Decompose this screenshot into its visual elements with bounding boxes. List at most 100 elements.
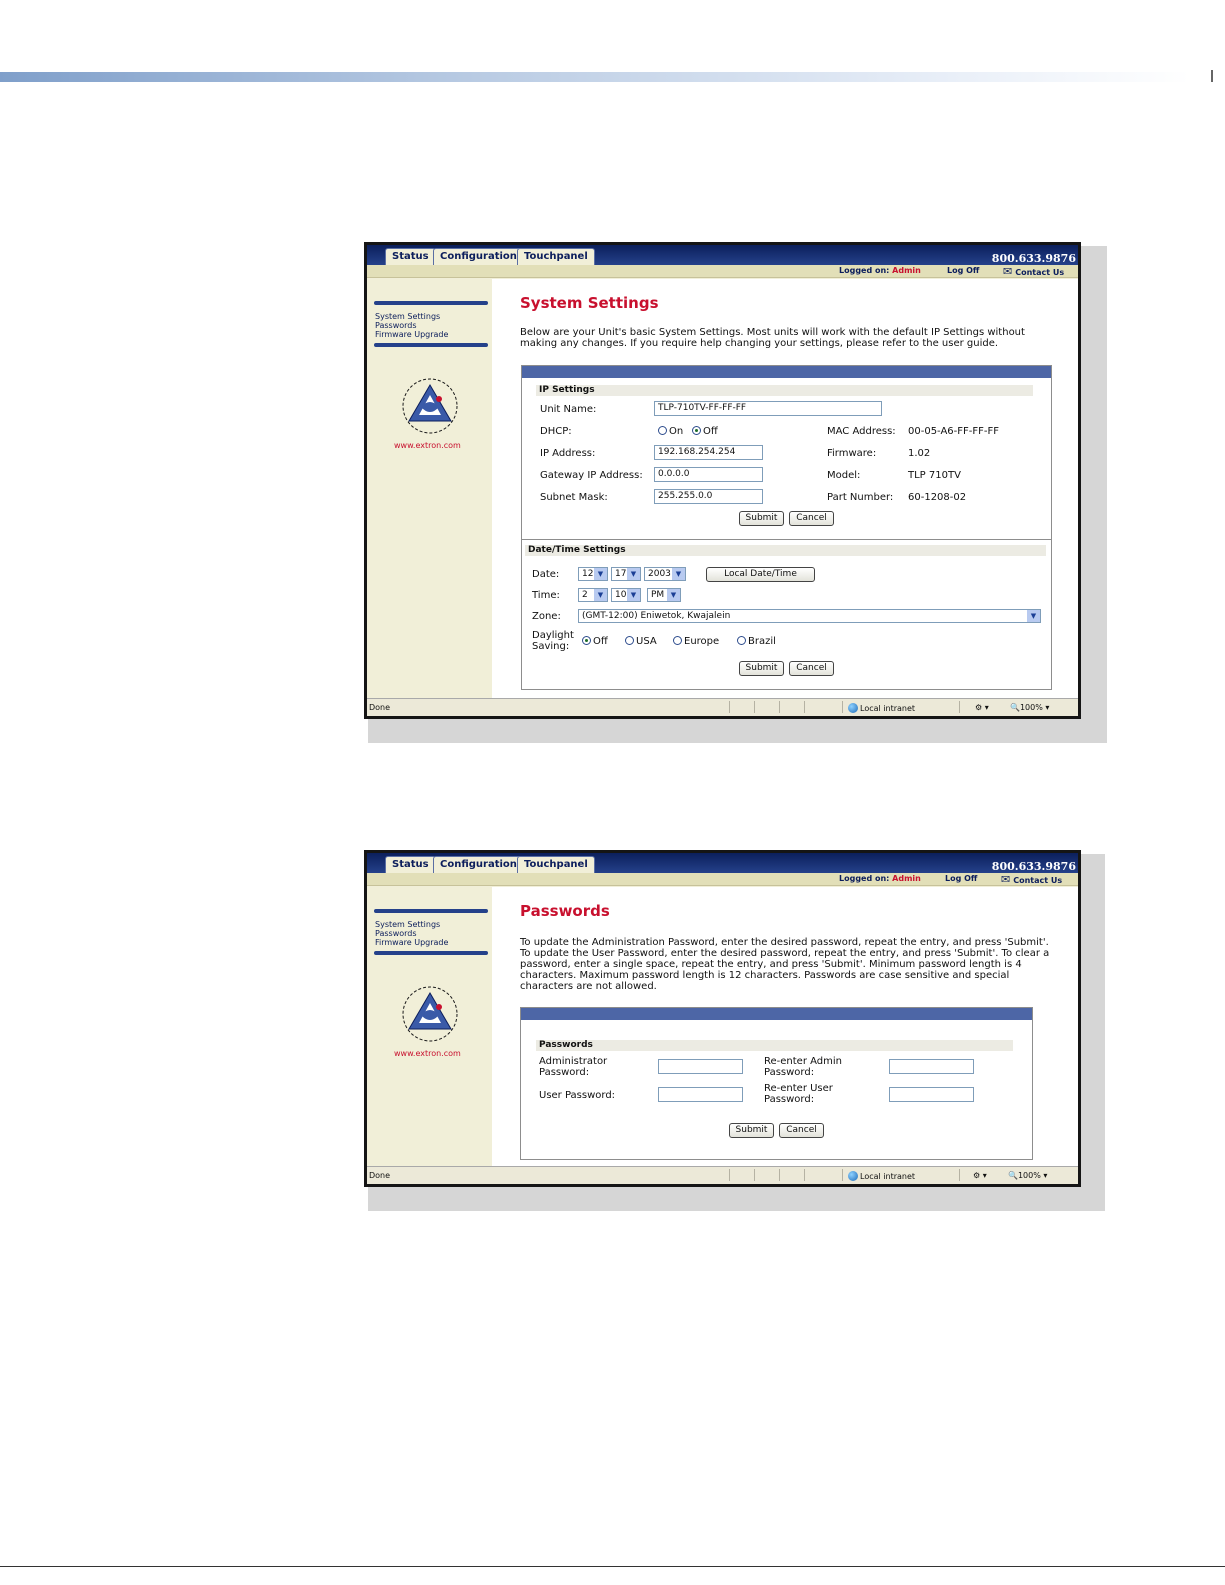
status-separator [729, 1169, 730, 1181]
extron-logo-icon [402, 378, 458, 434]
admin-password-label: Administrator Password: [539, 1056, 607, 1078]
passwords-cancel-button[interactable]: Cancel [779, 1123, 824, 1138]
panel-header-bar [521, 1008, 1032, 1020]
datetime-submit-button[interactable]: Submit [739, 661, 784, 676]
sidebar-item-firmware-upgrade[interactable]: Firmware Upgrade [375, 330, 448, 339]
reenter-user-label: Re-enter User Password: [764, 1083, 833, 1105]
intro-text: To update the Administration Password, e… [520, 937, 1050, 992]
protected-mode[interactable]: ⚙ ▾ [973, 1171, 987, 1180]
browser-status-bar: Done Local intranet ⚙ ▾ 🔍100% ▾ [367, 698, 1078, 716]
sidebar-item-system-settings[interactable]: System Settings [375, 312, 440, 321]
mac-address-value: 00-05-A6-FF-FF-FF [908, 426, 999, 437]
zone-select[interactable]: (GMT-12:00) Eniwetok, Kwajalein ▼ [578, 609, 1041, 623]
dhcp-off-radio[interactable] [692, 426, 701, 435]
gateway-input[interactable]: 0.0.0.0 [654, 467, 763, 482]
tab-configuration[interactable]: Configuration [433, 248, 524, 265]
user-password-input[interactable] [658, 1087, 743, 1102]
time-ampm-select[interactable]: PM ▼ [647, 588, 681, 602]
ip-address-input[interactable]: 192.168.254.254 [654, 445, 763, 460]
ip-address-label: IP Address: [540, 448, 596, 459]
dst-usa-option[interactable]: USA [625, 636, 657, 647]
dst-label: Daylight Saving: [532, 630, 574, 652]
dst-brazil-radio[interactable] [737, 636, 746, 645]
envelope-icon: ✉ [1003, 265, 1013, 278]
date-month-select[interactable]: 12 ▼ [578, 567, 608, 581]
subnet-mask-input[interactable]: 255.255.0.0 [654, 489, 763, 504]
dst-brazil-option[interactable]: Brazil [737, 636, 776, 647]
dst-label-line-2: Saving: [532, 641, 570, 652]
admin-password-input[interactable] [658, 1059, 743, 1074]
reenter-user-input[interactable] [889, 1087, 974, 1102]
reenter-admin-input[interactable] [889, 1059, 974, 1074]
page-header-tick [1211, 70, 1213, 82]
user-bar: Logged on: Admin Log Off ✉ Contact Us [367, 873, 1078, 886]
ip-cancel-button[interactable]: Cancel [789, 511, 834, 526]
sidebar-item-system-settings[interactable]: System Settings [375, 920, 440, 929]
log-off-link[interactable]: Log Off [947, 266, 979, 275]
sidebar-item-passwords[interactable]: Passwords [375, 321, 417, 330]
date-month-value: 12 [582, 569, 594, 579]
zone-label: Zone: [532, 611, 561, 622]
time-hour-select[interactable]: 2 ▼ [578, 588, 608, 602]
firmware-label: Firmware: [827, 448, 877, 459]
dst-europe-option[interactable]: Europe [673, 636, 719, 647]
contact-us-label: Contact Us [1015, 268, 1065, 277]
tab-touchpanel[interactable]: Touchpanel [517, 856, 595, 873]
dhcp-label: DHCP: [540, 426, 572, 437]
dst-usa-radio[interactable] [625, 636, 634, 645]
status-separator [729, 701, 730, 713]
dst-europe-radio[interactable] [673, 636, 682, 645]
dhcp-off-option[interactable]: Off [692, 426, 718, 437]
part-number-label: Part Number: [827, 492, 894, 503]
logged-on: Logged on: Admin [839, 266, 921, 275]
date-year-select[interactable]: 2003 ▼ [644, 567, 686, 581]
local-datetime-button[interactable]: Local Date/Time [706, 567, 815, 582]
ip-submit-button[interactable]: Submit [739, 511, 784, 526]
model-label: Model: [827, 470, 861, 481]
site-url[interactable]: www.extron.com [394, 1049, 461, 1058]
dhcp-on-option[interactable]: On [658, 426, 683, 437]
firmware-value: 1.02 [908, 448, 931, 459]
dst-usa-label: USA [636, 636, 657, 647]
unit-name-label: Unit Name: [540, 404, 597, 415]
dhcp-on-radio[interactable] [658, 426, 667, 435]
status-separator [779, 701, 780, 713]
log-off-link[interactable]: Log Off [945, 874, 977, 883]
status-separator [959, 1169, 960, 1181]
nav-header: Status Configuration Touchpanel 800.633.… [367, 245, 1078, 265]
user-bar: Logged on: Admin Log Off ✉ Contact Us [367, 265, 1078, 278]
time-minute-value: 10 [615, 590, 627, 600]
dst-off-radio[interactable] [582, 636, 591, 645]
tab-touchpanel[interactable]: Touchpanel [517, 248, 595, 265]
site-url[interactable]: www.extron.com [394, 441, 461, 450]
contact-us-link[interactable]: ✉ Contact Us [1001, 873, 1062, 886]
dst-europe-label: Europe [684, 636, 720, 647]
protected-mode[interactable]: ⚙ ▾ [975, 703, 989, 712]
logged-on-label: Logged on: [839, 874, 890, 883]
time-label: Time: [532, 590, 560, 601]
reenter-user-label-line-2: Password: [764, 1094, 815, 1105]
time-minute-select[interactable]: 10 ▼ [611, 588, 641, 602]
zoom-level[interactable]: 🔍100% ▾ [1010, 703, 1049, 712]
datetime-cancel-button[interactable]: Cancel [789, 661, 834, 676]
zoom-level[interactable]: 🔍100% ▾ [1008, 1171, 1047, 1180]
tab-status[interactable]: Status [385, 248, 436, 265]
passwords-heading: Passwords [536, 1040, 1013, 1051]
unit-name-input[interactable]: TLP-710TV-FF-FF-FF [654, 401, 882, 416]
date-day-select[interactable]: 17 ▼ [611, 567, 641, 581]
tab-status[interactable]: Status [385, 856, 436, 873]
datetime-heading: Date/Time Settings [525, 545, 1046, 556]
time-ampm-value: PM [651, 590, 665, 600]
passwords-submit-button[interactable]: Submit [729, 1123, 774, 1138]
mac-address-label: MAC Address: [827, 426, 896, 437]
date-day-value: 17 [615, 569, 627, 579]
sidebar-item-passwords[interactable]: Passwords [375, 929, 417, 938]
sidebar-bottom-bar [374, 951, 488, 955]
time-hour-value: 2 [582, 590, 588, 600]
sidebar-item-firmware-upgrade[interactable]: Firmware Upgrade [375, 938, 448, 947]
dst-off-option[interactable]: Off [582, 636, 608, 647]
tab-configuration[interactable]: Configuration [433, 856, 524, 873]
dhcp-on-label: On [669, 426, 684, 437]
contact-us-link[interactable]: ✉ Contact Us [1003, 265, 1064, 278]
reenter-admin-label-line-2: Password: [764, 1067, 815, 1078]
